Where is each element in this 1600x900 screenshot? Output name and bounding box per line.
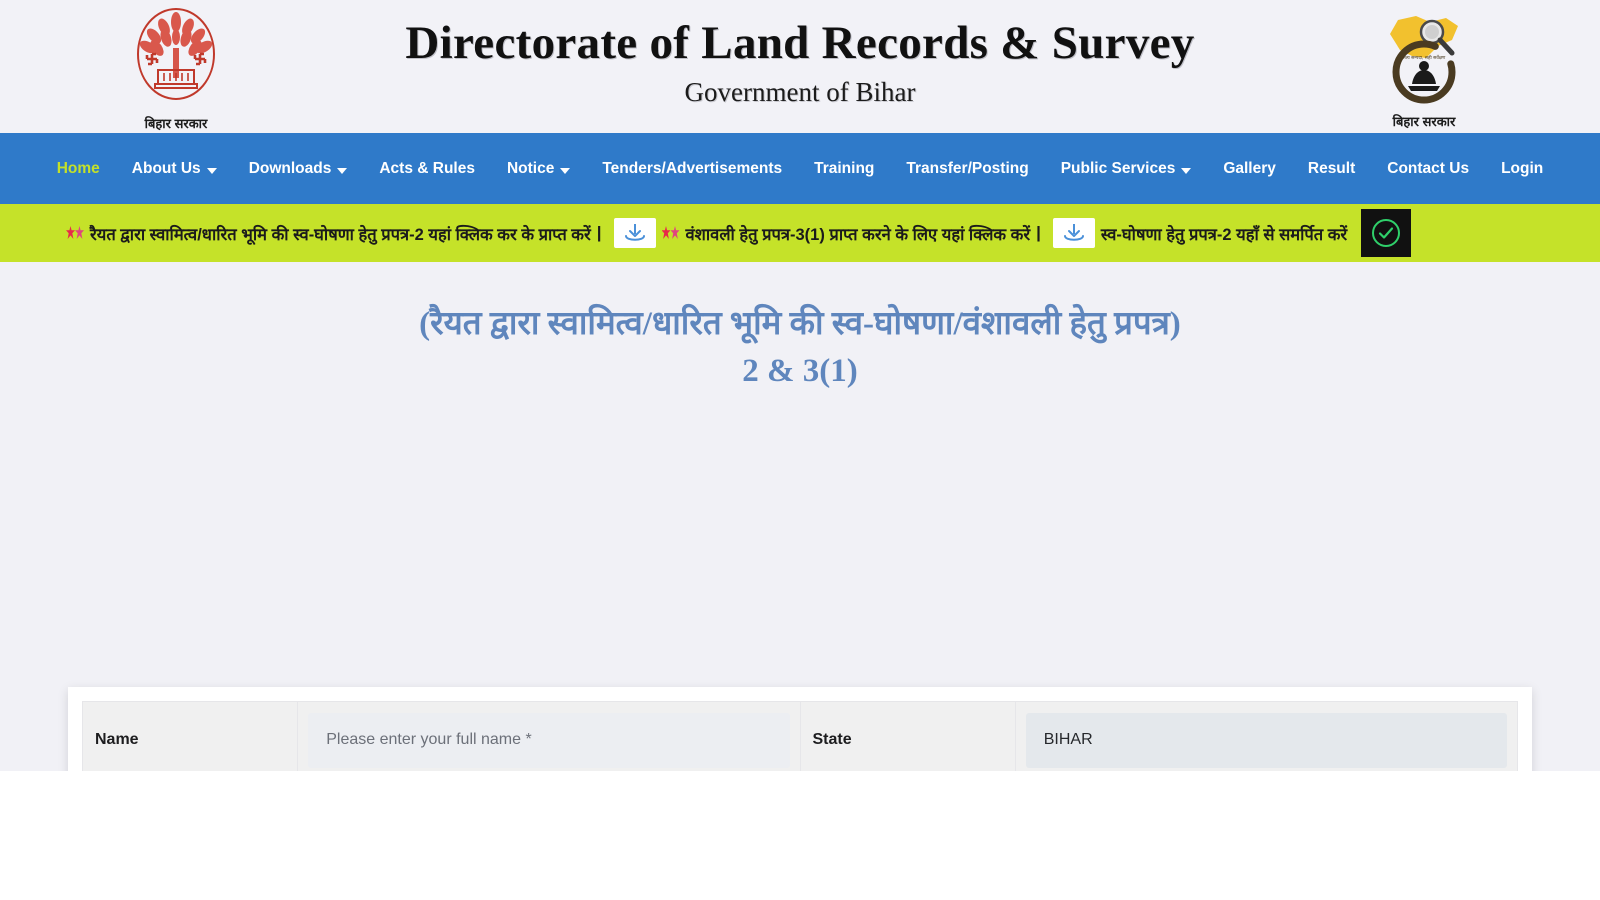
marquee-separator: | bbox=[1036, 223, 1041, 242]
marquee-item-text: स्व-घोषणा हेतु प्रपत्र-2 यहाँ से समर्पित… bbox=[1100, 225, 1348, 244]
marquee-item[interactable]: वंशावली हेतु प्रपत्र-3(1) प्राप्त करने क… bbox=[662, 218, 1101, 248]
bihar-government-emblem-icon bbox=[124, 8, 228, 112]
new-sparkle-icon bbox=[66, 224, 86, 242]
chevron-down-icon bbox=[560, 167, 571, 174]
form-input-cell: Please enter your full name * bbox=[297, 701, 801, 779]
nav-item-downloads[interactable]: Downloads bbox=[233, 154, 364, 184]
nav-item-result[interactable]: Result bbox=[1292, 154, 1371, 184]
chevron-down-icon bbox=[337, 167, 348, 174]
form-row: Name Please enter your full name * State BI… bbox=[81, 701, 1519, 779]
nav-item-label: Login bbox=[1501, 159, 1544, 177]
page-title: Directorate of Land Records & Survey bbox=[405, 17, 1195, 70]
form-heading: (रैयत द्वारा स्वामित्व/धारित भूमि की स्व… bbox=[0, 262, 1600, 395]
svg-text:सत्य सम्पदा, सही सर्वेक्षण: सत्य सम्पदा, सही सर्वेक्षण bbox=[1403, 54, 1446, 61]
nav-item-label: Training bbox=[814, 159, 875, 177]
marquee-separator: | bbox=[596, 223, 602, 242]
header-titles: Directorate of Land Records & Survey Gov… bbox=[405, 17, 1195, 107]
nav-item-about-us[interactable]: About Us bbox=[116, 154, 233, 184]
form-label-cell: State bbox=[799, 701, 1016, 779]
form-label-cell: Name bbox=[81, 701, 299, 779]
marquee-item[interactable]: स्व-घोषणा हेतु प्रपत्र-2 यहाँ से समर्पित… bbox=[1100, 209, 1412, 257]
nav-item-transfer-posting[interactable]: Transfer/Posting bbox=[890, 154, 1044, 184]
left-logo: बिहार सरकार bbox=[112, 4, 240, 132]
green-check-circle-icon[interactable] bbox=[1361, 209, 1412, 257]
bihar-map-survey-emblem-icon: सत्य सम्पदा, सही सर्वेक्षण bbox=[1372, 16, 1476, 110]
form-field-label: State bbox=[812, 731, 852, 748]
nav-item-label: Result bbox=[1307, 159, 1356, 177]
right-logo-caption: बिहार सरकार bbox=[1392, 114, 1456, 129]
page-root: बिहार सरकार Directorate of Land Records … bbox=[0, 0, 1600, 900]
nav-item-contact-us[interactable]: Contact Us bbox=[1371, 154, 1485, 184]
announcement-marquee: रैयत द्वारा स्वामित्व/धारित भूमि की स्व-… bbox=[0, 204, 1600, 262]
right-logo: सत्य सम्पदा, सही सर्वेक्षण बिहार सरकार bbox=[1360, 6, 1488, 130]
form-heading-line1: (रैयत द्वारा स्वामित्व/धारित भूमि की स्व… bbox=[419, 306, 1181, 342]
nav-item-label: Downloads bbox=[248, 159, 332, 177]
name-input[interactable]: Please enter your full name * bbox=[308, 712, 790, 768]
download-icon[interactable] bbox=[1052, 218, 1095, 248]
nav-item-label: Contact Us bbox=[1387, 159, 1470, 177]
nav-item-training[interactable]: Training bbox=[798, 154, 890, 184]
nav-item-label: Public Services bbox=[1060, 159, 1176, 177]
marquee-item-text: वंशावली हेतु प्रपत्र-3(1) प्राप्त करने क… bbox=[685, 225, 1031, 244]
nav-item-label: Notice bbox=[506, 159, 555, 177]
nav-item-home[interactable]: Home bbox=[41, 154, 116, 184]
nav-item-acts-rules[interactable]: Acts & Rules bbox=[363, 154, 491, 184]
marquee-item-text: रैयत द्वारा स्वामित्व/धारित भूमि की स्व-… bbox=[90, 225, 591, 244]
chevron-down-icon bbox=[206, 167, 217, 174]
form-heading-line2: 2 & 3(1) bbox=[742, 352, 858, 389]
nav-item-public-services[interactable]: Public Services bbox=[1045, 154, 1208, 184]
new-sparkle-icon bbox=[662, 224, 682, 242]
nav-item-notice[interactable]: Notice bbox=[491, 154, 586, 184]
nav-item-label: Acts & Rules bbox=[379, 159, 475, 177]
marquee-item[interactable]: रैयत द्वारा स्वामित्व/धारित भूमि की स्व-… bbox=[66, 218, 662, 248]
nav-item-login[interactable]: Login bbox=[1485, 154, 1559, 184]
chevron-down-icon bbox=[1181, 167, 1192, 174]
nav-item-gallery[interactable]: Gallery bbox=[1207, 154, 1292, 184]
nav-item-label: Home bbox=[56, 159, 100, 177]
nav-item-tenders-advertisements[interactable]: Tenders/Advertisements bbox=[586, 154, 798, 184]
form-input-cell: BIHAR bbox=[1014, 701, 1519, 779]
nav-item-label: About Us bbox=[131, 159, 201, 177]
download-icon[interactable] bbox=[613, 218, 656, 248]
site-header: बिहार सरकार Directorate of Land Records … bbox=[0, 0, 1600, 133]
form-field-label: Name bbox=[95, 731, 139, 748]
nav-item-label: Tenders/Advertisements bbox=[602, 159, 783, 177]
main-navigation: Home About Us Downloads Acts & Rules Notice T… bbox=[0, 133, 1600, 204]
nav-item-label: Gallery bbox=[1223, 159, 1276, 177]
footer-whitespace bbox=[0, 771, 1600, 900]
page-subtitle: Government of Bihar bbox=[684, 76, 916, 107]
left-logo-caption: बिहार सरकार bbox=[144, 116, 208, 131]
nav-item-label: Transfer/Posting bbox=[906, 159, 1029, 177]
state-input[interactable]: BIHAR bbox=[1025, 712, 1507, 768]
